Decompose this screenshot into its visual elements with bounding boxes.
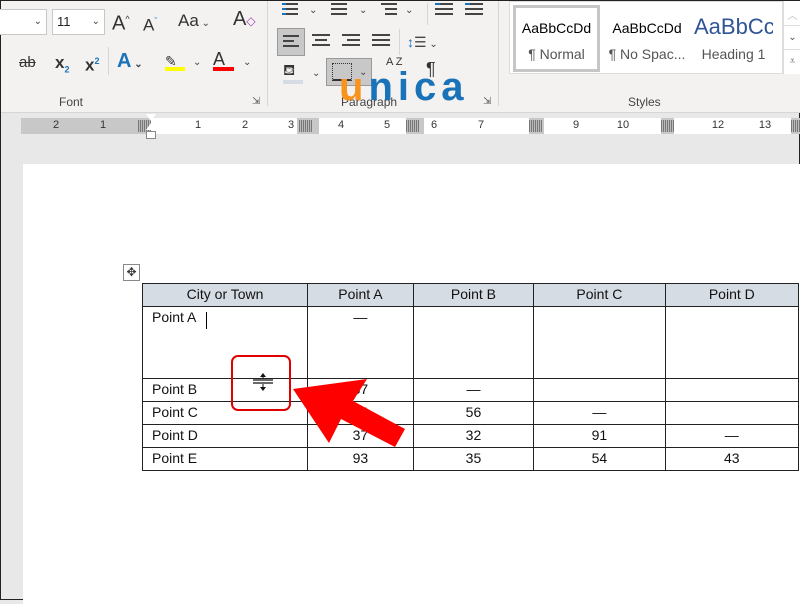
- column-marker[interactable]: [661, 120, 674, 132]
- ruler-number: 10: [616, 119, 630, 131]
- table-cell[interactable]: [664, 378, 800, 402]
- decrease-indent-icon[interactable]: [435, 3, 453, 15]
- style-normal[interactable]: AaBbCcDd ¶ Normal: [513, 5, 600, 72]
- table-cell[interactable]: 43: [664, 447, 800, 471]
- clear-formatting-icon[interactable]: A◇: [233, 9, 256, 31]
- ruler-number: 2: [52, 119, 60, 131]
- ruler-number: 4: [337, 119, 345, 131]
- table-cell[interactable]: —: [533, 401, 666, 425]
- bullets-icon[interactable]: [282, 3, 298, 15]
- justify-button[interactable]: [372, 34, 390, 46]
- table-cell[interactable]: 56: [412, 401, 535, 425]
- font-dialog-launcher-icon[interactable]: ⇲: [252, 96, 260, 107]
- ruler-text-area: [151, 118, 297, 134]
- align-center-button[interactable]: [312, 34, 330, 46]
- font-name-dropdown[interactable]: ⌄: [0, 9, 47, 35]
- font-group-label: Font: [59, 95, 84, 109]
- table-cell[interactable]: —: [307, 306, 414, 379]
- horizontal-ruler[interactable]: 2 1 1 2 3 4 5 6 7 9 10 12 13: [21, 118, 800, 134]
- table-cell[interactable]: —: [412, 378, 535, 402]
- ruler-number: 2: [241, 119, 249, 131]
- ruler-number: 5: [383, 119, 391, 131]
- column-marker[interactable]: [406, 120, 419, 132]
- ruler-text-area: [674, 118, 791, 134]
- column-header[interactable]: Point D: [664, 283, 800, 307]
- ruler-text-area: [319, 118, 406, 134]
- column-header[interactable]: Point B: [412, 283, 535, 307]
- ruler-number: 12: [711, 119, 725, 131]
- styles-group-label: Styles: [628, 95, 661, 109]
- shading-icon[interactable]: ⛾: [283, 61, 295, 81]
- table-cell[interactable]: [533, 306, 666, 379]
- ruler-text-area: [424, 118, 529, 134]
- ruler-number: 3: [287, 119, 295, 131]
- column-header[interactable]: Point C: [533, 283, 666, 307]
- table-cell[interactable]: 54: [533, 447, 666, 471]
- table-cell[interactable]: [533, 378, 666, 402]
- column-header[interactable]: City or Town: [141, 283, 309, 307]
- paragraph-dialog-launcher-icon[interactable]: ⇲: [483, 96, 491, 107]
- table-cell[interactable]: [412, 306, 535, 379]
- table-cell[interactable]: [664, 306, 800, 379]
- ruler-number: 1: [194, 119, 202, 131]
- text-effects-icon[interactable]: A ⌄: [117, 51, 143, 75]
- table-cell[interactable]: [664, 401, 800, 425]
- column-header[interactable]: Point A: [307, 283, 414, 307]
- multilevel-list-icon[interactable]: [381, 3, 397, 15]
- ruler-number: 7: [477, 119, 485, 131]
- ruler-text-area: [544, 118, 661, 134]
- table-cell[interactable]: Point E: [141, 447, 309, 471]
- column-marker[interactable]: [299, 120, 312, 132]
- styles-scroll[interactable]: ︿ ⌄ ⩡: [783, 1, 800, 74]
- align-right-button[interactable]: [342, 34, 360, 46]
- table-cell[interactable]: Point D: [141, 424, 309, 448]
- font-size-value: 11: [57, 14, 71, 29]
- font-color-icon[interactable]: A: [213, 49, 235, 73]
- strikethrough-button[interactable]: ab: [19, 53, 36, 73]
- table-cell[interactable]: 91: [533, 424, 666, 448]
- column-marker[interactable]: [791, 120, 800, 132]
- superscript-button[interactable]: x2: [85, 51, 99, 76]
- table-cell[interactable]: 32: [412, 424, 535, 448]
- red-arrow-icon: [293, 379, 405, 447]
- row-resize-cursor-icon: [253, 373, 273, 391]
- table-cell[interactable]: 35: [412, 447, 535, 471]
- ruler-number: 9: [572, 119, 580, 131]
- table-move-handle-icon[interactable]: ✥: [123, 264, 140, 281]
- grow-font-icon[interactable]: A^: [112, 9, 130, 34]
- indent-marker-icon[interactable]: [146, 114, 156, 142]
- ruler-number: 6: [430, 119, 438, 131]
- ruler-number: 13: [758, 119, 772, 131]
- increase-indent-icon[interactable]: [465, 3, 483, 15]
- unica-watermark-logo: unica: [339, 65, 469, 109]
- table-header-row: City or Town Point A Point B Point C Point D: [141, 283, 800, 307]
- ruler-number: 1: [99, 119, 107, 131]
- column-marker[interactable]: [529, 120, 542, 132]
- table-row: Point D 37 32 91—: [141, 424, 800, 448]
- align-left-button[interactable]: [277, 28, 305, 56]
- table-cell[interactable]: —: [664, 424, 800, 448]
- change-case-button[interactable]: Aa ⌄: [178, 11, 210, 34]
- shrink-font-icon[interactable]: Aˇ: [143, 11, 157, 36]
- line-spacing-icon[interactable]: ↕☰ ⌄: [407, 32, 438, 55]
- font-size-dropdown[interactable]: 11 ⌄: [52, 9, 105, 35]
- highlight-icon[interactable]: ✎: [165, 51, 185, 71]
- numbering-icon[interactable]: [331, 3, 347, 15]
- style-no-spacing[interactable]: AaBbCcDd ¶ No Spac...: [603, 5, 691, 72]
- ribbon: ⌄ 11 ⌄ A^ Aˇ Aa ⌄ A◇ ab x2 x2 A ⌄ ✎ ⌄ A ⌄…: [0, 1, 800, 113]
- text-cursor: [206, 312, 207, 329]
- style-heading-1[interactable]: AaBbCc Heading 1: [694, 5, 773, 72]
- table-row: Point E 93 35 54 43: [141, 447, 800, 471]
- subscript-button[interactable]: x2: [55, 53, 69, 79]
